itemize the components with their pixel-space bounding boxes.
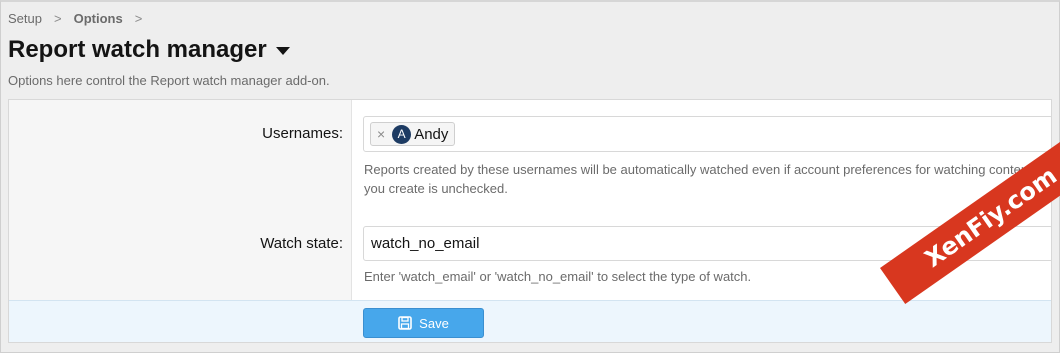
options-form: Usernames: Watch state: × A Andy Reports… <box>8 99 1052 343</box>
save-button[interactable]: Save <box>363 308 484 338</box>
remove-token-icon[interactable]: × <box>377 127 385 141</box>
save-icon <box>398 316 412 330</box>
usernames-explain: Reports created by these usernames will … <box>364 162 1032 196</box>
avatar: A <box>392 124 412 144</box>
token-username: Andy <box>414 125 449 143</box>
label-column: Usernames: Watch state: <box>9 100 352 300</box>
breadcrumb-separator: > <box>134 11 143 26</box>
page-title[interactable]: Report watch manager <box>8 36 290 64</box>
page-description: Options here control the Report watch ma… <box>8 73 330 88</box>
caret-down-icon[interactable] <box>275 47 290 55</box>
breadcrumb-item-setup[interactable]: Setup <box>8 11 42 26</box>
usernames-label: Usernames: <box>262 125 343 142</box>
breadcrumb-separator: > <box>53 11 62 26</box>
breadcrumb-item-options[interactable]: Options <box>74 11 123 26</box>
usernames-tokens-input[interactable]: × A Andy <box>363 116 1051 152</box>
page-title-text: Report watch manager <box>8 36 267 63</box>
breadcrumb: Setup > Options > <box>8 11 154 26</box>
username-token: × A Andy <box>370 122 456 146</box>
watch-state-label: Watch state: <box>260 235 343 252</box>
form-footer: Save <box>9 300 1051 342</box>
save-button-label: Save <box>419 315 449 331</box>
